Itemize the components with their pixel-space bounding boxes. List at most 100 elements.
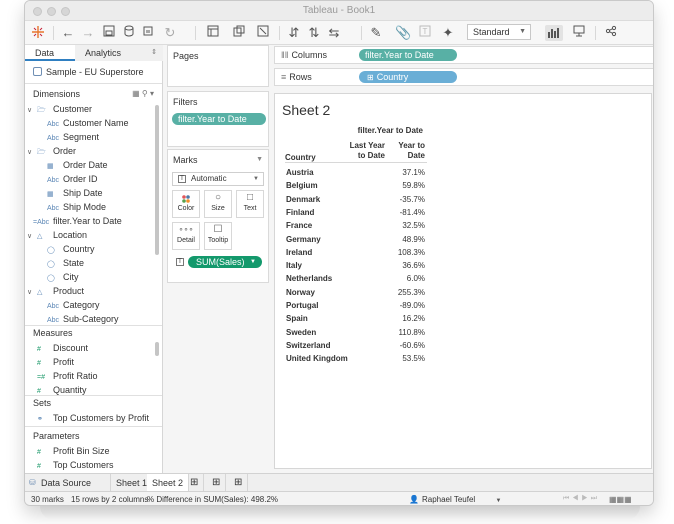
close-window-button[interactable] <box>33 7 42 16</box>
field-category[interactable]: Abc Category <box>47 300 100 310</box>
zoom-window-button[interactable] <box>61 7 70 16</box>
back-arrow-icon[interactable]: ← <box>61 25 75 41</box>
country-row-label[interactable]: Spain <box>286 314 308 323</box>
country-row-label[interactable]: Sweden <box>286 328 316 337</box>
set-top-customers-by-profit[interactable]: ⚭ Top Customers by Profit <box>37 413 149 423</box>
user-menu[interactable]: 👤 Raphael Teufel ▼ <box>409 495 501 504</box>
folder-order[interactable]: ∨ 🗁 Order <box>27 146 76 159</box>
new-data-source-icon[interactable] <box>123 25 137 41</box>
country-row-label[interactable]: Portugal <box>286 301 318 310</box>
ytd-value-cell[interactable]: 59.8% <box>385 181 425 190</box>
ytd-value-cell[interactable]: -81.4% <box>385 208 425 217</box>
country-row-label[interactable]: Germany <box>286 235 321 244</box>
field-customer-name[interactable]: Abc Customer Name <box>47 118 129 128</box>
show-labels-icon[interactable]: T <box>419 25 433 41</box>
minimize-window-button[interactable] <box>47 7 56 16</box>
field-profit[interactable]: # Profit <box>37 357 74 367</box>
tab-sheet-2[interactable]: Sheet 2 <box>147 474 190 492</box>
share-icon[interactable] <box>605 25 619 41</box>
refresh-icon[interactable]: ↻ <box>163 25 177 41</box>
country-row-label[interactable]: United Kingdom <box>286 354 348 363</box>
ytd-value-cell[interactable]: 36.6% <box>385 261 425 270</box>
tab-data[interactable]: Data <box>25 45 75 61</box>
filter-pill-year-to-date[interactable]: filter.Year to Date <box>172 113 266 125</box>
folder-customer[interactable]: ∨ 🗁 Customer <box>27 104 92 117</box>
ytd-value-cell[interactable]: 255.3% <box>385 288 425 297</box>
mark-type-select[interactable]: T Automatic ▼ <box>172 172 264 186</box>
field-discount[interactable]: # Discount <box>37 343 88 353</box>
country-row-label[interactable]: France <box>286 221 312 230</box>
parameter-top-customers[interactable]: # Top Customers <box>37 460 114 470</box>
forward-arrow-icon[interactable]: → <box>81 25 95 41</box>
field-ship-date[interactable]: ▦ Ship Date <box>47 188 103 198</box>
country-row-label[interactable]: Austria <box>286 168 314 177</box>
rows-pill-country[interactable]: ⊞ Country <box>359 71 457 83</box>
sheet-title[interactable]: Sheet 2 <box>282 102 330 118</box>
dimensions-scrollbar[interactable] <box>155 105 159 255</box>
chevron-down-icon[interactable]: ▼ <box>256 156 263 163</box>
field-segment[interactable]: Abc Segment <box>47 132 99 142</box>
pages-card[interactable]: Pages <box>167 45 269 87</box>
rows-shelf[interactable]: ≡ Rows ⊞ Country <box>274 68 653 86</box>
country-row-label[interactable]: Norway <box>286 288 315 297</box>
new-worksheet-icon[interactable] <box>207 25 221 41</box>
country-row-label[interactable]: Netherlands <box>286 274 332 283</box>
ytd-value-cell[interactable]: -89.0% <box>385 301 425 310</box>
marks-card[interactable]: Marks ▼ T Automatic ▼ Color ○ Size □ Tex… <box>167 149 269 283</box>
ytd-value-cell[interactable]: 32.5% <box>385 221 425 230</box>
dimensions-tools[interactable]: ▦ ⚲ ▾ <box>132 89 154 98</box>
ytd-value-cell[interactable]: 110.8% <box>385 328 425 337</box>
field-profit-ratio[interactable]: =# Profit Ratio <box>37 371 98 381</box>
sheet-sorter-view-icons[interactable]: ▦▦▦ <box>609 495 632 504</box>
country-row-label[interactable]: Finland <box>286 208 314 217</box>
field-filter-year-to-date[interactable]: =Abc filter.Year to Date <box>33 216 122 226</box>
marks-pill-sum-sales[interactable]: SUM(Sales) ▼ <box>188 256 262 268</box>
ytd-value-cell[interactable]: 37.1% <box>385 168 425 177</box>
tab-analytics[interactable]: Analytics ⇕ <box>75 45 163 61</box>
columns-pill-year-to-date[interactable]: filter.Year to Date <box>359 49 457 61</box>
size-button[interactable]: ○ Size <box>204 190 232 218</box>
view-size-select[interactable]: Standard ▼ <box>467 24 531 40</box>
ytd-value-cell[interactable]: 53.5% <box>385 354 425 363</box>
swap-rows-columns-icon[interactable]: ⇵ <box>287 25 301 41</box>
hierarchy-product[interactable]: ∨ △ Product <box>27 286 84 296</box>
filters-card[interactable]: Filters filter.Year to Date <box>167 91 269 147</box>
country-row-label[interactable]: Denmark <box>286 195 320 204</box>
country-row-label[interactable]: Italy <box>286 261 302 270</box>
presentation-mode-icon[interactable] <box>573 25 587 41</box>
sort-descending-icon[interactable]: ⇆ <box>327 25 341 41</box>
field-country[interactable]: ◯ Country <box>47 244 95 254</box>
sort-ascending-icon[interactable]: ⇅ <box>307 25 321 41</box>
field-state[interactable]: ◯ State <box>47 258 84 268</box>
ytd-value-cell[interactable]: -60.6% <box>385 341 425 350</box>
columns-shelf[interactable]: ‖‖ Columns filter.Year to Date <box>274 46 653 64</box>
tooltip-button[interactable]: ☐ Tooltip <box>204 222 232 250</box>
ytd-value-cell[interactable]: -35.7% <box>385 195 425 204</box>
parameter-profit-bin-size[interactable]: # Profit Bin Size <box>37 446 110 456</box>
field-order-date[interactable]: ▦ Order Date <box>47 160 108 170</box>
field-city[interactable]: ◯ City <box>47 272 79 282</box>
new-story-icon[interactable]: ⊞ <box>229 474 249 492</box>
fix-axes-pin-icon[interactable]: ✦ <box>441 25 455 41</box>
new-worksheet-icon[interactable]: ⊞ <box>185 474 205 492</box>
field-order-id[interactable]: Abc Order ID <box>47 174 98 184</box>
ytd-value-cell[interactable]: 6.0% <box>385 274 425 283</box>
tab-data-source[interactable]: ⛁ Data Source <box>25 474 111 492</box>
field-quantity[interactable]: # Quantity <box>37 385 87 395</box>
country-row-label[interactable]: Switzerland <box>286 341 330 350</box>
ytd-value-cell[interactable]: 108.3% <box>385 248 425 257</box>
pause-updates-icon[interactable] <box>143 25 157 41</box>
show-me-icon[interactable] <box>545 25 563 41</box>
data-source-item[interactable]: Sample - EU Superstore <box>33 67 144 77</box>
worksheet-view[interactable]: Sheet 2 filter.Year to Date Country Last… <box>274 93 652 469</box>
detail-button[interactable]: ∘∘∘ Detail <box>172 222 200 250</box>
country-row-label[interactable]: Ireland <box>286 248 312 257</box>
ytd-value-cell[interactable]: 48.9% <box>385 235 425 244</box>
text-button[interactable]: □ Text <box>236 190 264 218</box>
new-dashboard-icon[interactable]: ⊞ <box>207 474 227 492</box>
save-icon[interactable] <box>103 25 117 41</box>
hierarchy-location[interactable]: ∨ △ Location <box>27 230 87 240</box>
duplicate-sheet-icon[interactable] <box>233 25 247 41</box>
highlight-pen-icon[interactable]: ✎ <box>369 25 383 41</box>
field-ship-mode[interactable]: Abc Ship Mode <box>47 202 106 212</box>
